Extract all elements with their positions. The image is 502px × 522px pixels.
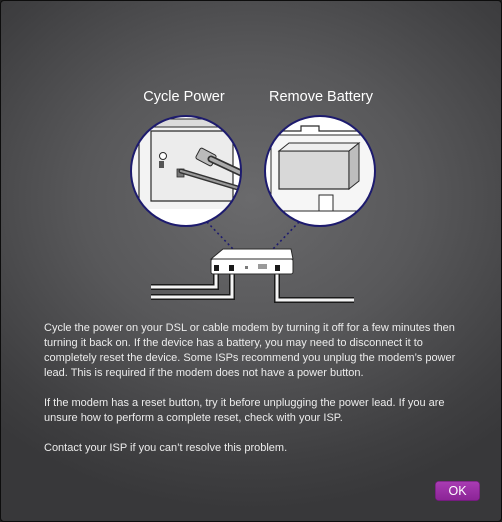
connector-lines [206, 221, 300, 250]
remove-battery-caption: Remove Battery [269, 89, 373, 105]
power-cable-icon [130, 115, 242, 227]
instruction-paragraph-2: If the modem has a reset button, try it … [44, 397, 445, 424]
battery-icon [264, 115, 376, 227]
isp-help-dialog: Cycle Power Remove Battery Cycle the pow… [0, 0, 502, 522]
cycle-power-caption: Cycle Power [143, 89, 225, 105]
modem-icon [209, 248, 294, 275]
modem-illustration [130, 115, 376, 303]
instruction-paragraph-1: Cycle the power on your DSL or cable mod… [44, 322, 456, 379]
instruction-paragraph-3: Contact your ISP if you can’t resolve th… [44, 442, 288, 454]
instructions-text: Cycle the power on your DSL or cable mod… [44, 321, 464, 471]
ok-button[interactable]: OK [435, 481, 480, 501]
